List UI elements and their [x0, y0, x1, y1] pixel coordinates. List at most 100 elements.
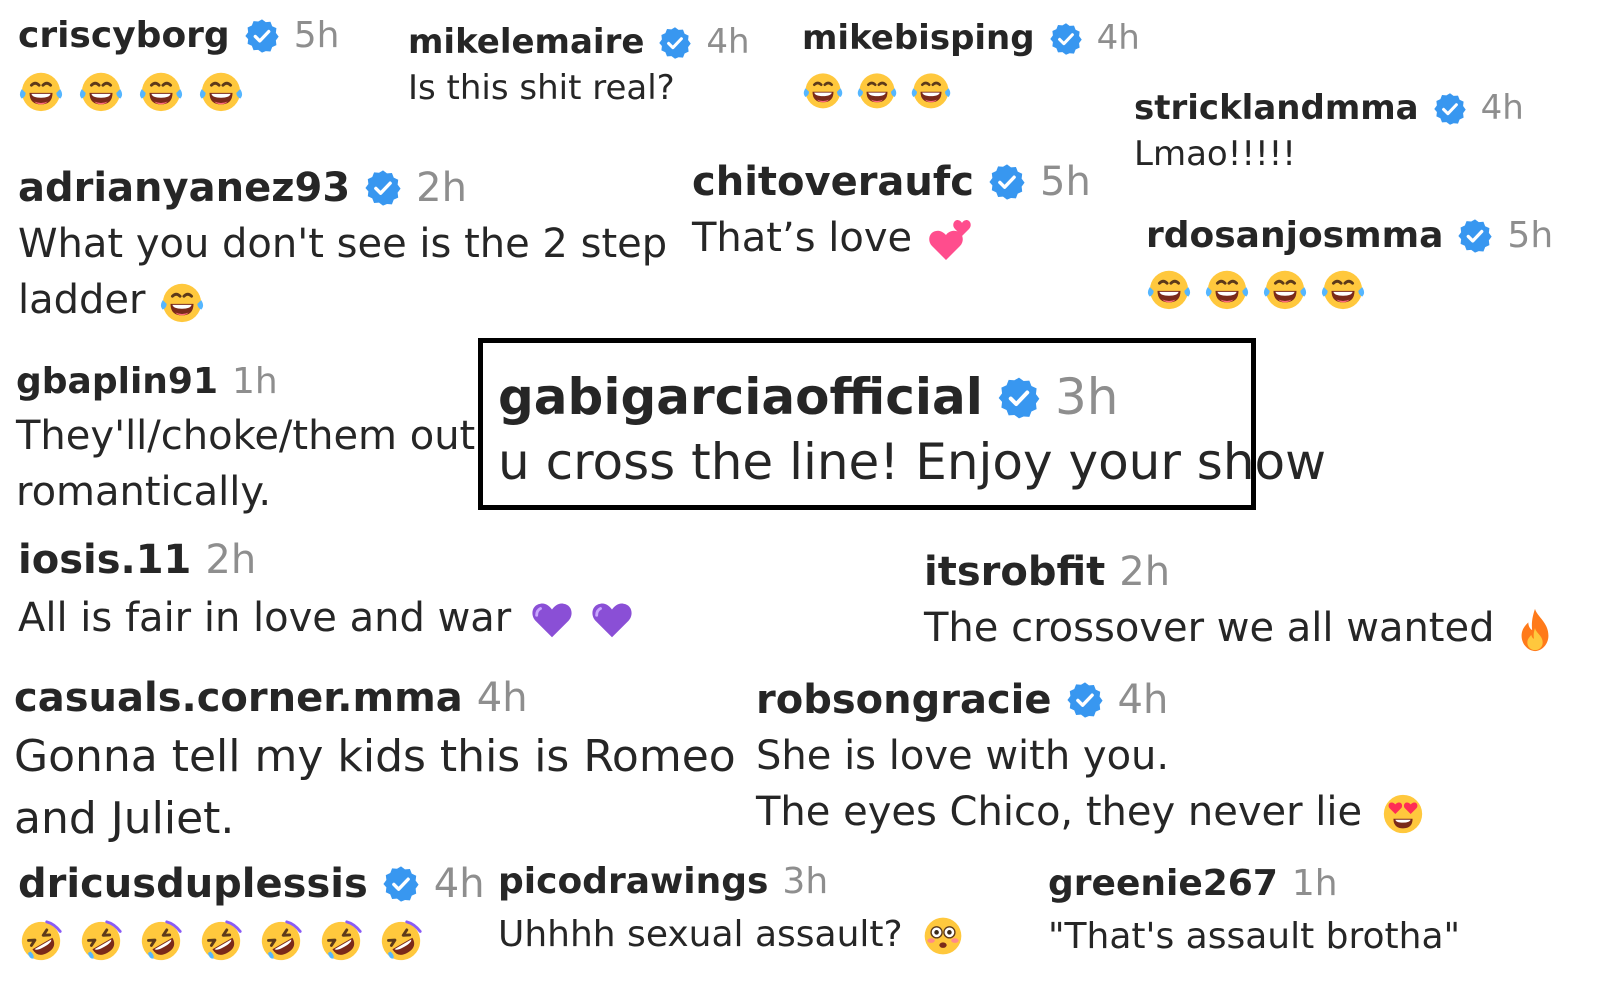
timestamp: 3h — [1054, 368, 1119, 426]
comment-text-fragment: ladder — [18, 277, 146, 323]
timestamp: 2h — [416, 165, 467, 211]
timestamp: 4h — [706, 22, 750, 62]
rolling-laughing-emoji — [78, 918, 124, 964]
comment-robsongracie: robsongracie 4h She is love with you. Th… — [756, 678, 1426, 840]
laughing-tears-emoji — [1204, 266, 1250, 312]
comment-text-line: Gonna tell my kids this is Romeo — [14, 731, 736, 782]
rolling-laughing-emoji — [198, 918, 244, 964]
comment-stricklandmma: stricklandmma 4h Lmao!!!!! — [1134, 88, 1524, 179]
comment-text-line: That’s love — [692, 210, 1091, 266]
comment-iosis11: iosis.11 2h All is fair in love and war — [18, 538, 635, 646]
comment-mikebisping: mikebisping 4h — [802, 18, 1140, 111]
username[interactable]: gabigarciaofficial — [498, 370, 983, 425]
timestamp: 5h — [293, 15, 340, 56]
laughing-tears-emoji — [159, 279, 205, 325]
timestamp: 1h — [232, 361, 278, 402]
heart-eyes-emoji — [1380, 791, 1426, 837]
rolling-laughing-emoji — [258, 918, 304, 964]
username[interactable]: adrianyanez93 — [18, 166, 350, 210]
laughing-tears-emoji — [138, 68, 184, 114]
comment-criscyborg: criscyborg 5h — [18, 16, 339, 114]
timestamp: 1h — [1291, 863, 1338, 904]
verified-badge-icon — [364, 169, 402, 207]
laughing-tears-emoji — [1262, 266, 1308, 312]
comment-text: "That's assault brotha" — [1048, 915, 1461, 957]
username[interactable]: criscyborg — [18, 16, 230, 56]
laughing-tears-emoji — [1320, 266, 1366, 312]
comment-text-line: What you don't see is the 2 step — [18, 221, 668, 267]
laughing-tears-emoji — [18, 68, 64, 114]
comment-greenie267: greenie267 1h "That's assault brotha" — [1048, 864, 1460, 962]
username[interactable]: itsrobfit — [924, 550, 1105, 594]
username[interactable]: rdosanjosmma — [1146, 216, 1443, 256]
verified-badge-icon — [244, 18, 280, 54]
comment-itsrobfit: itsrobfit 2h The crossover we all wanted — [924, 550, 1555, 656]
rolling-laughing-emoji — [138, 918, 184, 964]
comment-text-line: They'll/choke/them out — [16, 412, 476, 459]
comment-text-line: ladder — [18, 272, 667, 328]
timestamp: 4h — [1480, 88, 1524, 128]
comment-text-line: and Juliet. — [14, 792, 235, 844]
timestamp: 3h — [782, 861, 829, 902]
comment-text-fragment: All is fair in love and war — [18, 595, 512, 641]
verified-badge-icon — [1457, 218, 1493, 254]
comment-text-line: All is fair in love and war — [18, 590, 635, 646]
rolling-laughing-emoji — [18, 918, 64, 964]
timestamp: 4h — [1096, 18, 1140, 58]
verified-badge-icon — [988, 163, 1026, 201]
username[interactable]: greenie267 — [1048, 864, 1278, 904]
verified-badge-icon — [1066, 681, 1104, 719]
timestamp: 2h — [1119, 549, 1171, 595]
username[interactable]: stricklandmma — [1134, 89, 1419, 127]
timestamp: 5h — [1040, 159, 1091, 205]
comment-adrianyanez93: adrianyanez93 2h What you don't see is t… — [18, 166, 667, 328]
laughing-tears-emoji — [856, 69, 898, 111]
timestamp: 5h — [1507, 215, 1554, 256]
verified-badge-icon — [1433, 92, 1467, 126]
comment-gabigarciaofficial: gabigarciaofficial 3h u cross the line! … — [498, 370, 1326, 497]
two-hearts-emoji — [926, 216, 974, 264]
comment-picodrawings: picodrawings 3h Uhhhh sexual assault? — [498, 862, 965, 960]
laughing-tears-emoji — [910, 69, 952, 111]
comment-text-line: The crossover we all wanted — [924, 600, 1555, 656]
comment-text-line: romantically. — [16, 468, 272, 515]
rolling-laughing-emoji — [318, 918, 364, 964]
username[interactable]: chitoveraufc — [692, 160, 974, 204]
comment-dricusduplessis: dricusduplessis 4h — [18, 862, 485, 964]
username[interactable]: robsongracie — [756, 678, 1052, 722]
fire-emoji — [1515, 607, 1555, 653]
comment-text: u cross the line! Enjoy your show — [498, 433, 1327, 491]
comment-text: Lmao!!!!! — [1134, 134, 1296, 175]
emoji-row — [18, 68, 339, 114]
username[interactable]: iosis.11 — [18, 538, 191, 582]
comment-text-fragment: Uhhhh sexual assault? — [498, 913, 903, 955]
verified-badge-icon — [382, 865, 420, 903]
timestamp: 4h — [433, 861, 485, 907]
username[interactable]: mikelemaire — [408, 23, 644, 61]
comment-text-line: Uhhhh sexual assault? — [498, 910, 965, 960]
comment-text-fragment: That’s love — [692, 215, 913, 261]
verified-badge-icon — [658, 26, 692, 60]
comment-text-line: The eyes Chico, they never lie — [756, 784, 1426, 840]
verified-badge-icon — [1049, 22, 1083, 56]
laughing-tears-emoji — [1146, 266, 1192, 312]
comment-text-fragment: The eyes Chico, they never lie — [756, 789, 1363, 835]
flushed-emoji — [921, 914, 965, 958]
comment-text-fragment: The crossover we all wanted — [924, 605, 1495, 651]
comments-collage: criscyborg 5h mikelemaire 4h Is this shi… — [0, 0, 1600, 1000]
laughing-tears-emoji — [802, 69, 844, 111]
verified-badge-icon — [997, 376, 1041, 420]
username[interactable]: picodrawings — [498, 862, 768, 902]
comment-text-line: She is love with you. — [756, 733, 1170, 779]
comment-gbaplin91: gbaplin91 1h They'll/choke/them out roma… — [16, 362, 475, 520]
comment-chitoveraufc: chitoveraufc 5h That’s love — [692, 160, 1091, 266]
username[interactable]: mikebisping — [802, 19, 1035, 57]
laughing-tears-emoji — [78, 68, 124, 114]
emoji-row — [18, 918, 485, 964]
timestamp: 4h — [476, 675, 528, 721]
username[interactable]: gbaplin91 — [16, 362, 218, 402]
timestamp: 2h — [205, 537, 257, 583]
username[interactable]: dricusduplessis — [18, 862, 368, 906]
comment-rdosanjosmma: rdosanjosmma 5h — [1146, 216, 1553, 312]
username[interactable]: casuals.corner.mma — [14, 676, 463, 720]
